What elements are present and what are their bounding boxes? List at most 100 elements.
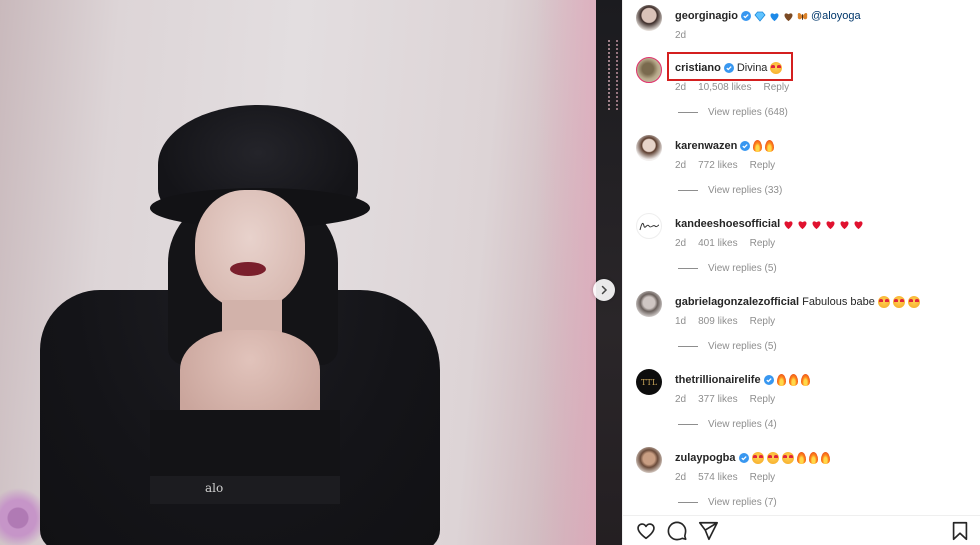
heart-eyes-icon	[907, 296, 920, 308]
like-button[interactable]	[635, 520, 657, 542]
likes-count[interactable]: 772 likes	[698, 160, 737, 171]
lips	[230, 262, 266, 276]
comment-time[interactable]: 2d	[675, 30, 686, 41]
view-replies-button[interactable]: View replies (7)	[678, 497, 777, 508]
face	[195, 190, 305, 310]
film-marks	[608, 40, 618, 110]
avatar[interactable]	[636, 5, 662, 31]
band-logo: alo	[205, 481, 224, 495]
red-heart-icon	[798, 220, 807, 229]
likes-count[interactable]: 809 likes	[698, 316, 737, 327]
comment-meta: 2d 772 likes Reply	[675, 160, 775, 171]
butterfly-icon	[797, 12, 808, 20]
divider-dash	[678, 502, 698, 503]
comment-karenwazen: karenwazen 2d 772 likes Reply View repli…	[623, 135, 980, 205]
blue-diamond-icon	[754, 11, 766, 22]
fire-icon	[808, 452, 818, 464]
reply-button[interactable]: Reply	[750, 394, 776, 405]
verified-badge-icon	[740, 11, 751, 21]
fire-icon	[765, 140, 775, 152]
fire-icon	[800, 374, 810, 386]
fire-icon	[820, 452, 830, 464]
heart-eyes-icon	[751, 452, 764, 464]
username-link[interactable]: kandeeshoesofficial	[675, 218, 780, 230]
avatar[interactable]	[636, 447, 662, 473]
fire-icon	[776, 374, 786, 386]
save-button[interactable]	[949, 520, 971, 542]
divider-dash	[678, 190, 698, 191]
view-replies-button[interactable]: View replies (5)	[678, 263, 777, 274]
heart-eyes-icon	[892, 296, 905, 308]
username-link[interactable]: karenwazen	[675, 140, 737, 152]
verified-badge-icon	[740, 141, 751, 151]
view-replies-label: View replies (5)	[708, 263, 777, 274]
share-button[interactable]	[697, 520, 719, 542]
comment-time[interactable]: 2d	[675, 160, 686, 171]
comment-icon	[667, 521, 687, 541]
comment-time[interactable]: 2d	[675, 394, 686, 405]
view-replies-label: View replies (33)	[708, 185, 783, 196]
divider-dash	[678, 346, 698, 347]
likes-count[interactable]: 401 likes	[698, 238, 737, 249]
reply-button[interactable]: Reply	[750, 472, 776, 483]
kandee-logo-icon	[639, 222, 660, 231]
avatar[interactable]	[636, 291, 662, 317]
heart-eyes-icon	[766, 452, 779, 464]
comment-text-row: thetrillionairelife	[675, 374, 810, 386]
comment-time[interactable]: 2d	[675, 238, 686, 249]
fire-icon	[796, 452, 806, 464]
view-replies-button[interactable]: View replies (4)	[678, 419, 777, 430]
divider-dash	[678, 424, 698, 425]
red-heart-icon	[840, 220, 849, 229]
comment-text-row: cristiano Divina	[675, 62, 783, 74]
comment-text-row: georginagio @aloyoga	[675, 10, 861, 22]
comment-meta: 2d 401 likes Reply	[675, 238, 775, 249]
comment-kandeeshoesofficial: kandeeshoesofficial 2d 401 likes Reply V…	[623, 213, 980, 283]
comment-meta: 2d 377 likes Reply	[675, 394, 775, 405]
hearts-group	[783, 219, 864, 230]
view-replies-label: View replies (7)	[708, 497, 777, 508]
red-heart-icon	[854, 220, 863, 229]
reply-button[interactable]: Reply	[750, 160, 776, 171]
comment-button[interactable]	[666, 520, 688, 542]
username-link[interactable]: cristiano	[675, 62, 721, 74]
username-link[interactable]: zulaypogba	[675, 452, 736, 464]
likes-count[interactable]: 377 likes	[698, 394, 737, 405]
fire-icon	[788, 374, 798, 386]
red-heart-icon	[784, 220, 793, 229]
reply-button[interactable]: Reply	[764, 82, 790, 93]
username-link[interactable]: gabrielagonzalezofficial	[675, 296, 799, 308]
likes-count[interactable]: 10,508 likes	[698, 82, 751, 93]
avatar[interactable]: TTL	[636, 369, 662, 395]
view-replies-label: View replies (5)	[708, 341, 777, 352]
view-replies-button[interactable]: View replies (33)	[678, 185, 782, 196]
likes-count[interactable]: 574 likes	[698, 472, 737, 483]
comment-time[interactable]: 1d	[675, 316, 686, 327]
red-heart-icon	[826, 220, 835, 229]
reply-button[interactable]: Reply	[750, 238, 776, 249]
brown-heart-icon	[784, 12, 793, 21]
username-link[interactable]: georginagio	[675, 10, 738, 22]
view-replies-label: View replies (648)	[708, 107, 788, 118]
svg-text:TTL: TTL	[641, 378, 658, 387]
photo-subject: alo	[0, 0, 600, 545]
comment-time[interactable]: 2d	[675, 82, 686, 93]
verified-badge-icon	[723, 63, 734, 73]
post-action-bar	[623, 515, 980, 545]
view-replies-button[interactable]: View replies (648)	[678, 107, 788, 118]
next-photo-button[interactable]	[593, 279, 615, 301]
save-icon	[952, 521, 968, 541]
avatar[interactable]	[636, 135, 662, 161]
post-photo[interactable]: alo	[0, 0, 622, 545]
verified-badge-icon	[763, 375, 774, 385]
divider-dash	[678, 268, 698, 269]
reply-button[interactable]: Reply	[750, 316, 776, 327]
comment-text-row: gabrielagonzalezofficial Fabulous babe	[675, 296, 920, 308]
view-replies-button[interactable]: View replies (5)	[678, 341, 777, 352]
mention-link[interactable]: @aloyoga	[811, 10, 861, 22]
avatar[interactable]	[636, 57, 662, 83]
username-link[interactable]: thetrillionairelife	[675, 374, 761, 386]
comment-time[interactable]: 2d	[675, 472, 686, 483]
share-icon	[698, 521, 718, 541]
avatar[interactable]	[636, 213, 662, 239]
